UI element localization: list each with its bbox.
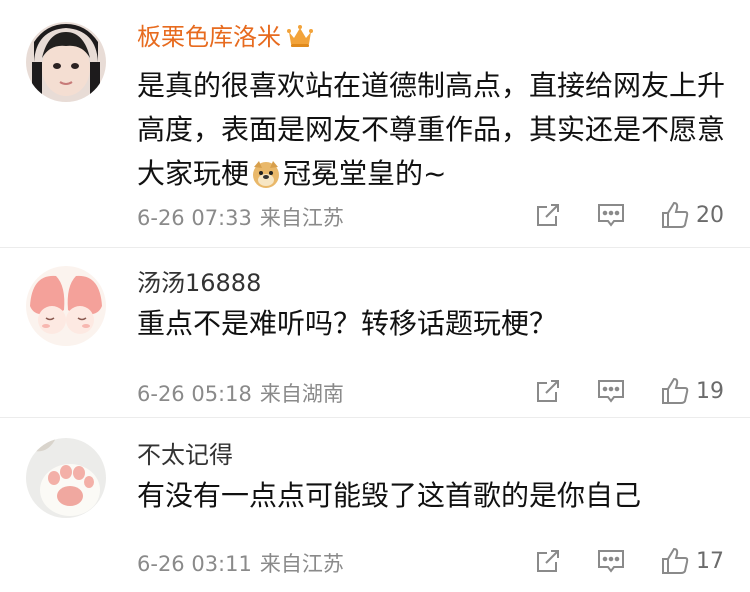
like-button[interactable]: 20 [660,200,724,230]
like-count: 19 [696,378,724,404]
comment-item: 不太记得 有没有一点点可能毁了这首歌的是你自己 6-26 03:11 来自江苏 [0,418,750,592]
share-icon [537,550,559,572]
comment-text-part: 冠冕堂皇的~ [283,157,447,190]
username-text[interactable]: 板栗色库洛米 [137,23,281,51]
comment-item: 板栗色库洛米 是真的很喜欢站在道德制高点，直接给网友上升高度，表面是网友不尊重作… [0,0,750,248]
reply-button[interactable] [596,377,626,405]
comment-text: 有没有一点点可能毁了这首歌的是你自己 [137,479,642,512]
like-button[interactable]: 17 [660,546,724,576]
comment-icon [598,380,624,403]
comment-item: 汤汤16888 重点不是难听吗？转移话题玩梗？ 6-26 05:18 来自湖南 [0,248,750,418]
comment-location: 来自湖南 [259,382,344,406]
username[interactable]: 汤汤16888 [137,268,261,298]
share-button[interactable] [534,201,562,229]
comment-location: 来自江苏 [259,552,344,576]
comment-text: 重点不是难听吗？转移话题玩梗？ [137,307,558,340]
comment-date: 6-26 07:33 [137,206,252,230]
share-button[interactable] [534,377,562,405]
like-count: 20 [696,202,724,228]
crown-icon [287,24,313,55]
share-icon [537,380,559,402]
comment-date: 6-26 05:18 [137,382,252,406]
like-count: 17 [696,548,724,574]
share-button[interactable] [534,547,562,575]
comment-date: 6-26 03:11 [137,552,252,576]
avatar[interactable] [26,266,106,346]
like-icon [662,201,689,228]
like-icon [662,377,689,404]
comment-icon [598,550,624,573]
avatar[interactable] [26,438,106,518]
comment-actions: 17 [500,546,724,576]
reply-button[interactable] [596,201,626,229]
like-icon [662,547,689,574]
comment-actions: 19 [500,376,724,406]
username[interactable]: 板栗色库洛米 [137,22,313,55]
comment-icon [598,204,624,227]
like-button[interactable]: 19 [660,376,724,406]
avatar[interactable] [26,22,106,102]
reply-button[interactable] [596,547,626,575]
comment-meta: 6-26 03:11 来自江苏 [137,548,344,578]
comment-meta: 6-26 05:18 来自湖南 [137,378,344,408]
doge-emoji-icon [251,158,281,202]
comment-actions: 20 [500,200,724,230]
share-icon [537,204,559,226]
comment-text: 是真的很喜欢站在道德制高点，直接给网友上升高度，表面是网友不尊重作品，其实还是不… [137,64,726,202]
username[interactable]: 不太记得 [137,440,233,470]
comment-meta: 6-26 07:33 来自江苏 [137,202,344,232]
comment-location: 来自江苏 [259,206,344,230]
